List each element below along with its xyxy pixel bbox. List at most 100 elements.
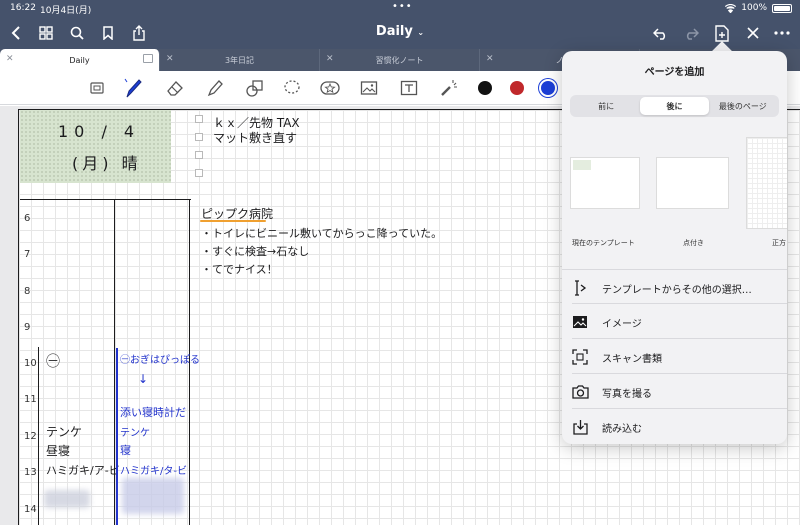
template-thumb-square[interactable] (746, 137, 787, 229)
menu-item-import[interactable]: 読み込む (562, 409, 787, 444)
close-tab-icon[interactable]: ✕ (486, 54, 494, 64)
color-swatch-red[interactable] (510, 81, 524, 95)
redacted-content (44, 490, 90, 508)
timeline-top-border (20, 199, 191, 200)
handwritten-note: テンケ (46, 425, 83, 439)
menu-item-label: 読み込む (602, 424, 642, 435)
hour-label: 8 (24, 286, 31, 297)
color-swatch-blue[interactable] (541, 81, 555, 95)
more-icon[interactable] (770, 21, 794, 45)
hour-label: 6 (24, 213, 31, 224)
tab-daily[interactable]: ✕ Daily (0, 49, 160, 71)
handwritten-note-blue: ㊀おぎはぴっぽる (120, 355, 200, 366)
document-title[interactable]: Daily ⌄ (360, 24, 440, 39)
search-icon[interactable] (65, 21, 89, 45)
camera-icon (571, 383, 589, 401)
todo-checkbox[interactable] (195, 169, 203, 177)
close-tab-icon[interactable]: ✕ (6, 54, 14, 64)
tab-label: 3年日記 (224, 55, 255, 65)
day-weather-text: (月) 晴 (72, 154, 142, 173)
close-tab-icon[interactable]: ✕ (326, 54, 334, 64)
menu-item-label: 写真を撮る (602, 389, 652, 400)
tab-3year-diary[interactable]: ✕ 3年日記 (160, 49, 320, 71)
note-line: ・トイレにビニール敷いてからっこ降っていた。 (201, 227, 443, 240)
hour-label: 10 (24, 358, 37, 369)
image-icon (571, 313, 589, 331)
tab-label: 習慣化ノート (375, 55, 424, 65)
hour-label: 7 (24, 249, 31, 260)
scan-icon[interactable] (85, 76, 109, 100)
battery-percent: 100% (741, 3, 767, 13)
insert-position-control: 前に 後に 最後のページ (570, 95, 779, 117)
undo-icon[interactable] (648, 21, 672, 45)
highlighter-icon[interactable] (203, 76, 227, 100)
segment-after[interactable]: 後に (640, 97, 709, 115)
handwritten-note: 昼寝 (46, 444, 71, 458)
handwritten-note: ハミガキ/ア-ビ (46, 464, 120, 477)
date-text: 10 / 4 (58, 122, 141, 141)
template-label: 点付き (683, 239, 704, 247)
pen-icon[interactable] (121, 76, 145, 100)
eraser-icon[interactable] (163, 76, 187, 100)
split-view-icon[interactable] (143, 54, 153, 63)
menu-item-scan-document[interactable]: スキャン書類 (562, 339, 787, 374)
nav-bar: Daily ⌄ (0, 17, 800, 49)
status-bar: 16:22 10月4日(月) ••• 100% (0, 0, 800, 17)
multitask-dots[interactable]: ••• (392, 1, 413, 12)
todo-checkbox[interactable] (195, 151, 203, 159)
menu-item-take-photo[interactable]: 写真を撮る (562, 374, 787, 409)
redacted-content (122, 478, 184, 514)
menu-item-more-templates[interactable]: テンプレートからその他の選択… (562, 269, 787, 304)
timeline-bracket (38, 347, 39, 525)
handwritten-note-blue: ↓ (138, 372, 149, 386)
template-label: 現在のテンプレート (572, 239, 635, 247)
todo-checkbox[interactable] (195, 133, 203, 141)
sticker-icon[interactable] (318, 76, 342, 100)
add-page-popover: ページを追加 前に 後に 最後のページ 現在のテンプレート 点付き 正方 テンプ… (562, 51, 787, 444)
hour-label: 14 (24, 504, 37, 515)
document-title-label: Daily (375, 24, 413, 39)
handwritten-note-blue: 寝 (120, 444, 131, 457)
popover-title: ページを追加 (644, 67, 705, 78)
handwritten-note-blue: テンケ (120, 428, 150, 439)
textbox-icon[interactable] (397, 76, 421, 100)
hour-label: 12 (24, 431, 37, 442)
menu-item-image[interactable]: イメージ (562, 304, 787, 339)
note-line: ・てでナイス！ (201, 263, 278, 276)
handwritten-note: ㊀ (46, 354, 60, 370)
status-time: 16:22 (10, 3, 36, 13)
timeline-bracket (116, 348, 118, 525)
tab-habit-note[interactable]: ✕ 習慣化ノート (320, 49, 480, 71)
bookmark-icon[interactable] (96, 21, 120, 45)
battery-icon (772, 3, 792, 13)
color-swatch-black[interactable] (478, 81, 492, 95)
lasso-icon[interactable] (280, 76, 304, 100)
shapes-icon[interactable] (243, 76, 267, 100)
import-icon (571, 418, 589, 436)
thumb-datebox (573, 160, 591, 170)
scan-doc-icon (571, 348, 589, 366)
todo-checkbox[interactable] (195, 115, 203, 123)
laser-icon[interactable] (437, 76, 461, 100)
handwritten-note-blue: ハミガキ/タ-ビ (120, 466, 187, 477)
hour-label: 9 (24, 322, 31, 333)
back-icon[interactable] (4, 21, 28, 45)
todo-line: マット敷き直す (213, 131, 298, 145)
segment-last-page[interactable]: 最後のページ (709, 97, 777, 115)
template-label: 正方 (772, 239, 786, 247)
grid-view-icon[interactable] (34, 21, 58, 45)
redo-icon[interactable] (679, 21, 703, 45)
tab-label: Daily (69, 55, 90, 65)
template-thumb-dotted[interactable] (656, 157, 729, 209)
hour-label: 11 (24, 394, 37, 405)
hour-label: 13 (24, 467, 37, 478)
handwritten-note-blue: 添い寝時計だ (120, 406, 186, 419)
template-thumb-current[interactable] (570, 157, 640, 209)
close-icon[interactable] (741, 21, 765, 45)
segment-before[interactable]: 前に (572, 97, 640, 115)
chevron-down-icon: ⌄ (417, 28, 425, 37)
heading-underline (200, 220, 266, 222)
close-tab-icon[interactable]: ✕ (166, 54, 174, 64)
share-icon[interactable] (127, 21, 151, 45)
image-icon[interactable] (357, 76, 381, 100)
